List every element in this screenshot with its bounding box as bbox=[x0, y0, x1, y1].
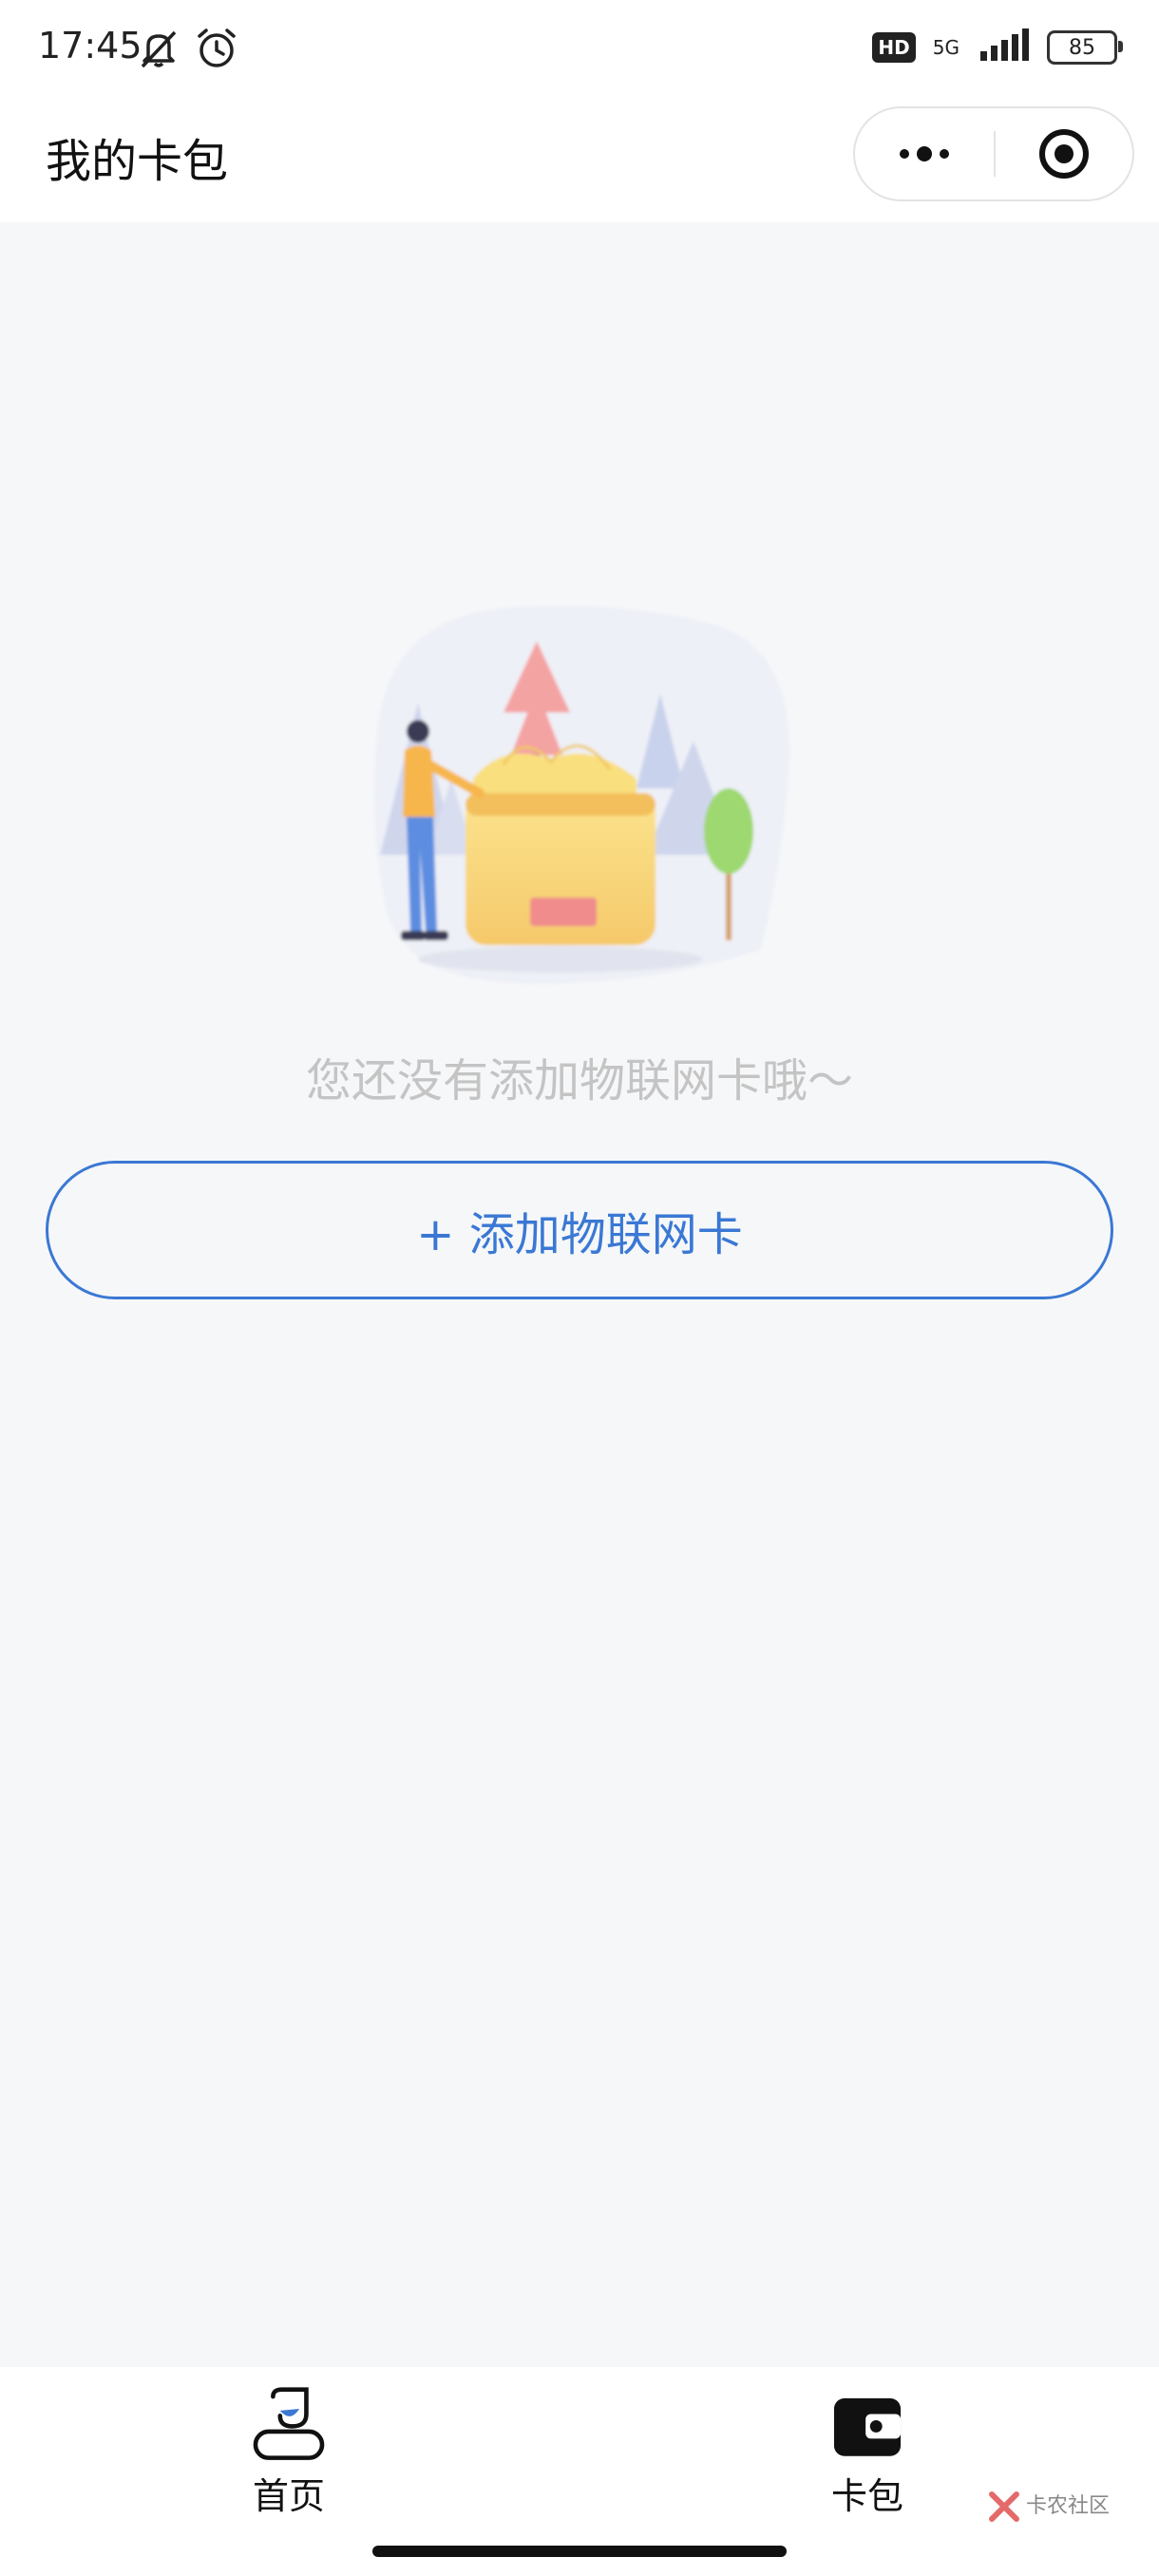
signal-icon bbox=[977, 28, 1030, 66]
more-options-button[interactable] bbox=[855, 108, 994, 199]
tab-bar: 首页 卡包 bbox=[0, 2367, 1159, 2576]
tab-wallet-label: 卡包 bbox=[830, 2475, 903, 2517]
nav-bar: 我的卡包 bbox=[0, 104, 1159, 222]
mute-icon bbox=[135, 25, 182, 76]
tab-home-label: 首页 bbox=[252, 2475, 325, 2517]
page-title: 我的卡包 bbox=[46, 135, 229, 188]
empty-wallet-illustration bbox=[361, 598, 798, 1007]
battery-indicator: 85 bbox=[1047, 30, 1123, 65]
status-indicators: HD 5G 85 bbox=[872, 28, 1123, 66]
home-indicator[interactable] bbox=[372, 2546, 787, 2557]
mini-program-capsule bbox=[853, 106, 1134, 201]
alarm-icon bbox=[194, 25, 239, 76]
empty-state-message: 您还没有添加物联网卡哦～ bbox=[305, 1054, 853, 1108]
watermark: 卡农社区 bbox=[988, 2491, 1110, 2523]
target-icon bbox=[1039, 129, 1089, 179]
wallet-icon bbox=[833, 2397, 902, 2456]
tab-home[interactable]: 首页 bbox=[194, 2386, 384, 2519]
hd-badge: HD bbox=[872, 32, 916, 63]
add-iot-card-button[interactable]: + 添加物联网卡 bbox=[46, 1161, 1113, 1299]
home-icon bbox=[253, 2387, 325, 2460]
network-type: 5G bbox=[932, 36, 960, 59]
status-time: 17:45 bbox=[38, 25, 142, 66]
tab-wallet[interactable]: 卡包 bbox=[772, 2386, 962, 2519]
close-mini-program-button[interactable] bbox=[996, 108, 1132, 199]
status-bar: 17:45 HD 5G 85 bbox=[0, 0, 1159, 104]
watermark-logo-icon bbox=[989, 2491, 1019, 2522]
watermark-text: 卡农社区 bbox=[1026, 2494, 1111, 2518]
